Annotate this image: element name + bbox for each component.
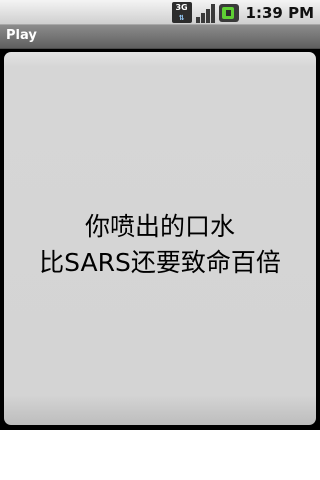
status-clock: 1:39 PM [245,3,314,22]
signal-strength-icon [195,3,215,23]
message-panel[interactable]: 你喷出的口水 比SARS还要致命百倍 [4,52,316,425]
data-arrows-icon: ⇅ [178,14,185,22]
network-3g-icon: 3G ⇅ [171,2,192,23]
screen: 3G ⇅ 1:39 PM Play 你喷出的口水 比SARS还要致命百倍 [0,0,320,480]
content-frame: 你喷出的口水 比SARS还要致命百倍 [0,49,320,430]
network-type-label: 3G [175,3,188,12]
message-text: 你喷出的口水 比SARS还要致命百倍 [4,209,316,281]
battery-charging-icon [218,3,239,22]
title-bar: Play [0,25,320,49]
app-title: Play [6,28,37,43]
status-bar: 3G ⇅ 1:39 PM [0,0,320,25]
status-icons: 3G ⇅ 1:39 PM [171,2,314,23]
message-line-1: 你喷出的口水 [84,211,235,241]
message-line-2: 比SARS还要致命百倍 [39,247,281,277]
